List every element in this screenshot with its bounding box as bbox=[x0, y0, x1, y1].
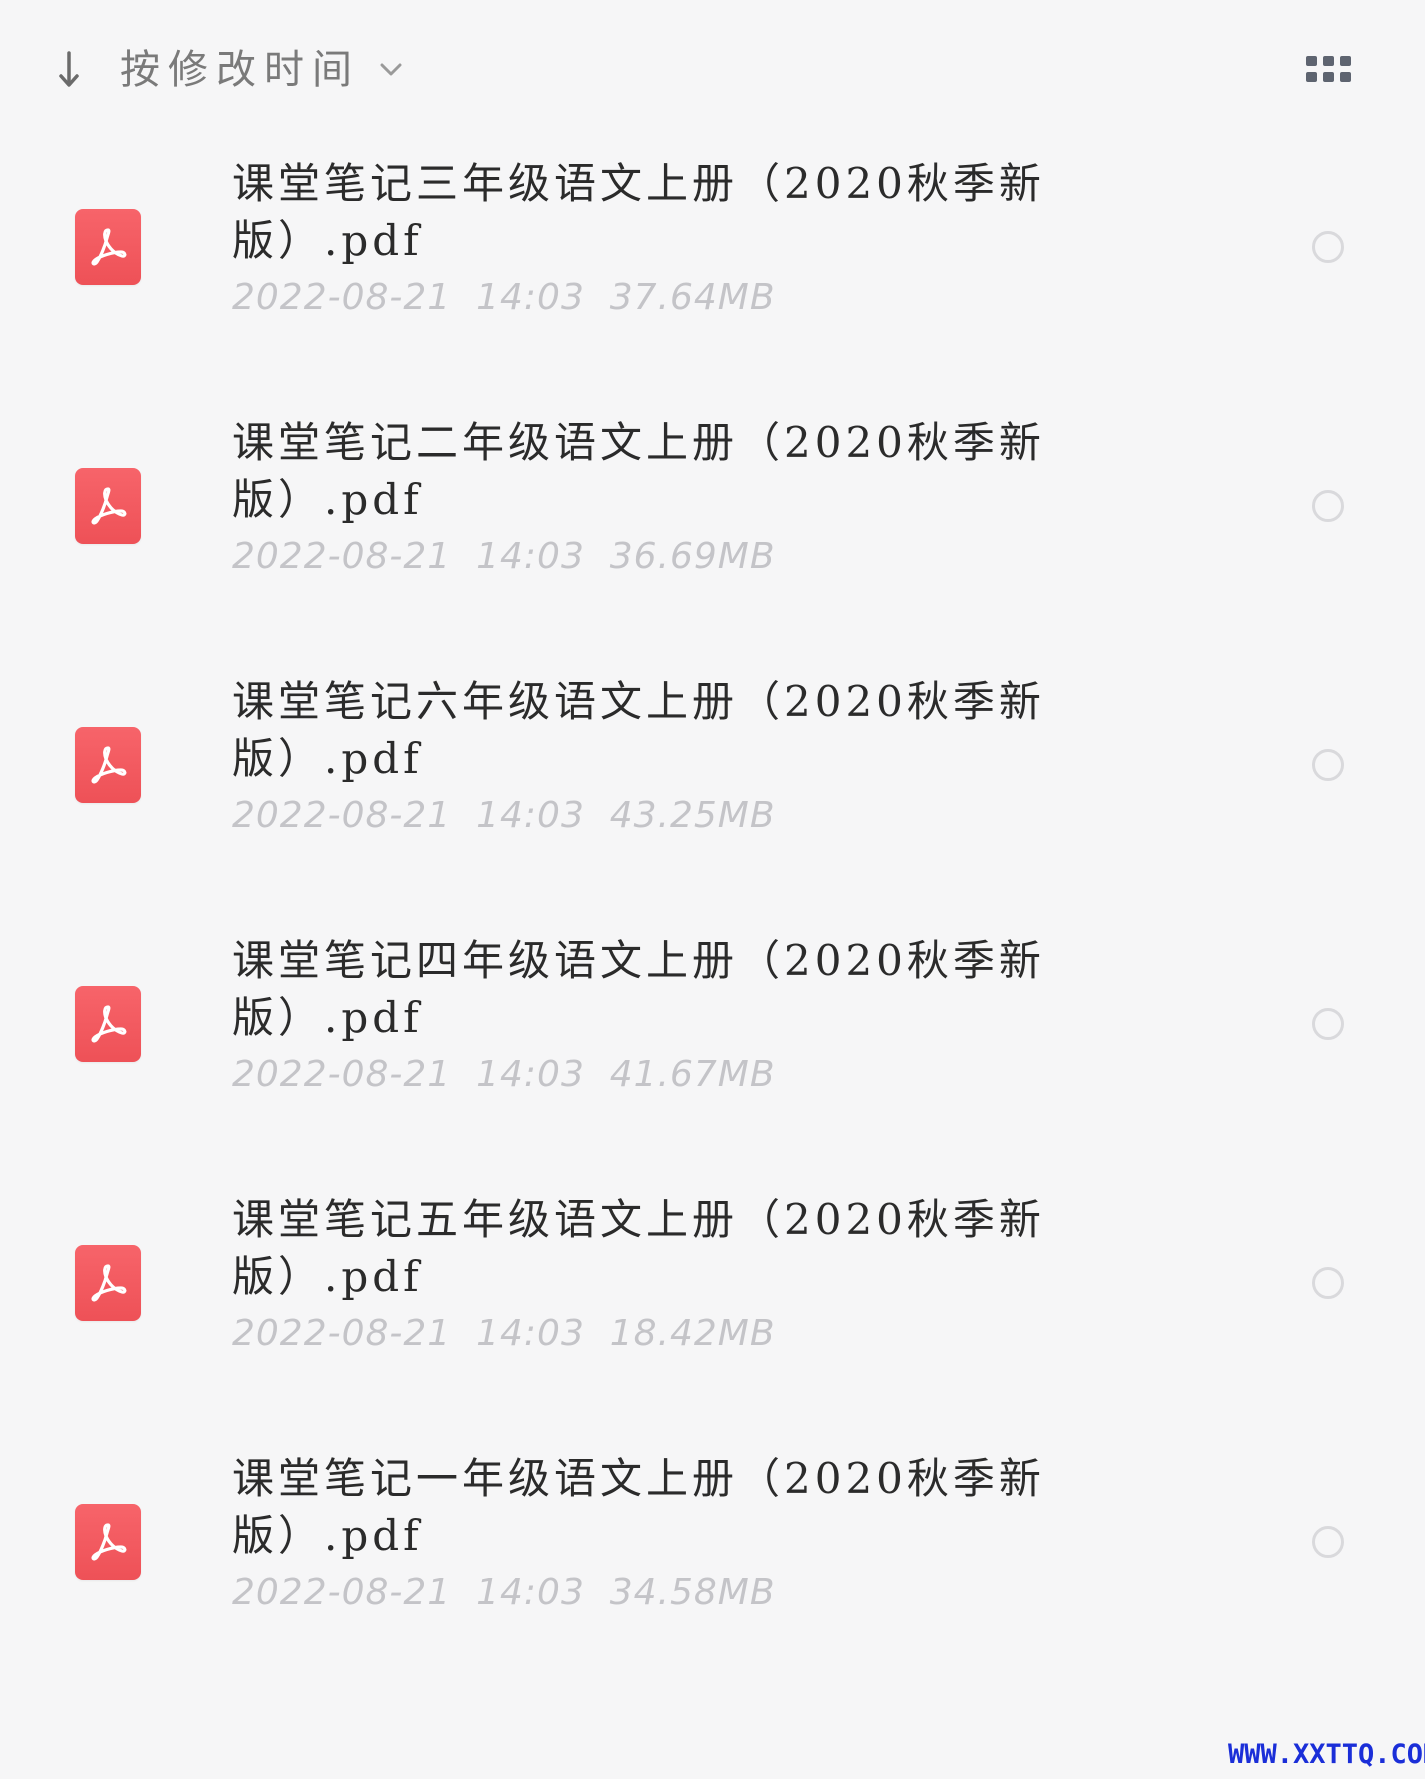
pdf-icon bbox=[75, 1245, 141, 1321]
file-date: 2022-08-21 bbox=[232, 277, 452, 318]
chevron-down-icon bbox=[376, 55, 406, 85]
file-meta: 2022-08-21 14:03 34.58MB bbox=[232, 1568, 776, 1618]
file-date: 2022-08-21 bbox=[232, 536, 452, 577]
file-name: 课堂笔记一年级语文上册（2020秋季新版）.pdf bbox=[232, 1454, 1045, 1560]
file-date: 2022-08-21 bbox=[232, 1572, 452, 1613]
grid-view-icon[interactable] bbox=[1304, 52, 1354, 88]
file-size: 43.25MB bbox=[609, 795, 776, 836]
file-row[interactable]: 课堂笔记一年级语文上册（2020秋季新版）.pdf 2022-08-21 14:… bbox=[0, 1440, 1425, 1699]
file-size: 37.64MB bbox=[609, 277, 776, 318]
file-time: 14:03 bbox=[476, 277, 585, 318]
file-meta: 2022-08-21 14:03 37.64MB bbox=[232, 273, 776, 323]
select-checkbox[interactable] bbox=[1312, 231, 1344, 263]
file-time: 14:03 bbox=[476, 1054, 585, 1095]
file-row[interactable]: 课堂笔记四年级语文上册（2020秋季新版）.pdf 2022-08-21 14:… bbox=[0, 922, 1425, 1181]
pdf-icon bbox=[75, 1504, 141, 1580]
file-time: 14:03 bbox=[476, 536, 585, 577]
file-size: 41.67MB bbox=[609, 1054, 776, 1095]
file-size: 34.58MB bbox=[609, 1572, 776, 1613]
toolbar: 按修改时间 bbox=[0, 0, 1425, 140]
select-checkbox[interactable] bbox=[1312, 1008, 1344, 1040]
file-date: 2022-08-21 bbox=[232, 1313, 452, 1354]
file-meta: 2022-08-21 14:03 36.69MB bbox=[232, 532, 776, 582]
file-name: 课堂笔记二年级语文上册（2020秋季新版）.pdf bbox=[232, 418, 1045, 524]
pdf-icon bbox=[75, 209, 141, 285]
file-name: 课堂笔记六年级语文上册（2020秋季新版）.pdf bbox=[232, 677, 1045, 783]
arrow-down-icon bbox=[52, 47, 86, 93]
sort-button[interactable]: 按修改时间 bbox=[52, 40, 406, 100]
pdf-icon bbox=[75, 727, 141, 803]
file-row[interactable]: 课堂笔记六年级语文上册（2020秋季新版）.pdf 2022-08-21 14:… bbox=[0, 663, 1425, 922]
file-name: 课堂笔记四年级语文上册（2020秋季新版）.pdf bbox=[232, 936, 1045, 1042]
file-time: 14:03 bbox=[476, 1572, 585, 1613]
watermark: WWW.XXTTQ.COM bbox=[1228, 1739, 1425, 1770]
file-name: 课堂笔记三年级语文上册（2020秋季新版）.pdf bbox=[232, 159, 1045, 265]
file-name: 课堂笔记五年级语文上册（2020秋季新版）.pdf bbox=[232, 1195, 1045, 1301]
file-size: 36.69MB bbox=[609, 536, 776, 577]
file-date: 2022-08-21 bbox=[232, 795, 452, 836]
file-row[interactable]: 课堂笔记三年级语文上册（2020秋季新版）.pdf 2022-08-21 14:… bbox=[0, 145, 1425, 404]
file-date: 2022-08-21 bbox=[232, 1054, 452, 1095]
select-checkbox[interactable] bbox=[1312, 490, 1344, 522]
file-row[interactable]: 课堂笔记二年级语文上册（2020秋季新版）.pdf 2022-08-21 14:… bbox=[0, 404, 1425, 663]
select-checkbox[interactable] bbox=[1312, 749, 1344, 781]
file-meta: 2022-08-21 14:03 41.67MB bbox=[232, 1050, 776, 1100]
pdf-icon bbox=[75, 468, 141, 544]
sort-label: 按修改时间 bbox=[120, 47, 360, 93]
select-checkbox[interactable] bbox=[1312, 1526, 1344, 1558]
file-size: 18.42MB bbox=[609, 1313, 776, 1354]
file-time: 14:03 bbox=[476, 795, 585, 836]
file-meta: 2022-08-21 14:03 18.42MB bbox=[232, 1309, 776, 1359]
pdf-icon bbox=[75, 986, 141, 1062]
select-checkbox[interactable] bbox=[1312, 1267, 1344, 1299]
file-row[interactable]: 课堂笔记五年级语文上册（2020秋季新版）.pdf 2022-08-21 14:… bbox=[0, 1181, 1425, 1440]
file-list: 课堂笔记三年级语文上册（2020秋季新版）.pdf 2022-08-21 14:… bbox=[0, 145, 1425, 1699]
file-meta: 2022-08-21 14:03 43.25MB bbox=[232, 791, 776, 841]
file-time: 14:03 bbox=[476, 1313, 585, 1354]
